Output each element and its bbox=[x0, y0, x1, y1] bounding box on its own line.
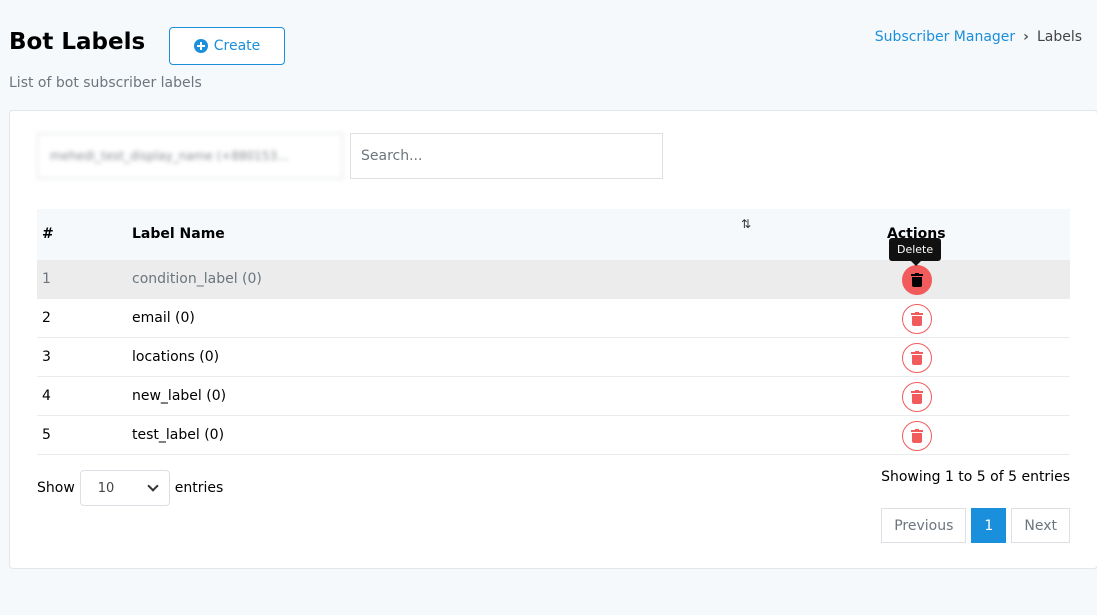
page-length-value: 10 bbox=[97, 480, 115, 496]
breadcrumb-labels: Labels bbox=[1036, 29, 1082, 45]
chevron-down-icon bbox=[147, 480, 159, 492]
trash-icon bbox=[911, 429, 923, 443]
entries-label: entries bbox=[174, 480, 224, 496]
column-header-label-name[interactable]: Label Name bbox=[132, 226, 225, 242]
table-row: 1 condition_label (0) Delete bbox=[37, 238, 1070, 299]
create-button-label: Create bbox=[213, 38, 261, 54]
page-length-select[interactable]: 10 bbox=[79, 470, 170, 506]
search-input[interactable] bbox=[350, 133, 663, 179]
row-number: 5 bbox=[42, 427, 51, 443]
label-name: test_label (0) bbox=[132, 427, 225, 443]
label-name: new_label (0) bbox=[132, 388, 227, 404]
next-page-button[interactable]: Next bbox=[1011, 508, 1070, 543]
row-number: 3 bbox=[42, 349, 51, 365]
delete-button[interactable] bbox=[902, 382, 932, 412]
chevron-right-icon: › bbox=[1023, 29, 1029, 45]
delete-button[interactable] bbox=[902, 421, 932, 451]
label-name: locations (0) bbox=[132, 349, 220, 365]
label-name: email (0) bbox=[132, 310, 195, 326]
labels-table: # Label Name ⇅ Actions 1 condition_label… bbox=[37, 209, 1070, 455]
table-info: Showing 1 to 5 of 5 entries bbox=[881, 469, 1070, 485]
page-length-control: Show 10 entries bbox=[37, 470, 223, 506]
pagination: Previous 1 Next bbox=[881, 508, 1070, 543]
table-row: 2 email (0) bbox=[37, 299, 1070, 338]
show-label: Show bbox=[37, 480, 75, 496]
bot-select[interactable]: mehedi_test_display_name (+880153... bbox=[37, 133, 343, 179]
breadcrumb: Subscriber Manager › Labels bbox=[875, 29, 1082, 45]
delete-button[interactable] bbox=[902, 265, 932, 295]
page-1-button[interactable]: 1 bbox=[971, 508, 1007, 543]
sort-icon[interactable]: ⇅ bbox=[741, 217, 751, 231]
row-number: 2 bbox=[42, 310, 51, 326]
row-number: 4 bbox=[42, 388, 51, 404]
labels-card: mehedi_test_display_name (+880153... # L… bbox=[9, 110, 1097, 569]
trash-icon bbox=[911, 273, 923, 287]
table-row: 5 test_label (0) bbox=[37, 416, 1070, 455]
table-row: 3 locations (0) bbox=[37, 338, 1070, 377]
column-header-num[interactable]: # bbox=[42, 226, 54, 242]
page-subtitle: List of bot subscriber labels bbox=[9, 75, 202, 91]
table-row: 4 new_label (0) bbox=[37, 377, 1070, 416]
label-name: condition_label (0) bbox=[132, 271, 262, 287]
delete-tooltip: Delete bbox=[889, 238, 942, 266]
delete-button[interactable] bbox=[902, 304, 932, 334]
trash-icon bbox=[911, 312, 923, 326]
previous-page-button[interactable]: Previous bbox=[881, 508, 967, 543]
trash-icon bbox=[911, 390, 923, 404]
delete-button[interactable] bbox=[902, 343, 932, 373]
create-button[interactable]: Create bbox=[169, 27, 285, 65]
row-number: 1 bbox=[42, 271, 51, 287]
page-title: Bot Labels bbox=[9, 29, 146, 55]
trash-icon bbox=[911, 351, 923, 365]
plus-circle-icon bbox=[193, 39, 208, 53]
breadcrumb-subscriber-manager[interactable]: Subscriber Manager bbox=[875, 29, 1015, 45]
